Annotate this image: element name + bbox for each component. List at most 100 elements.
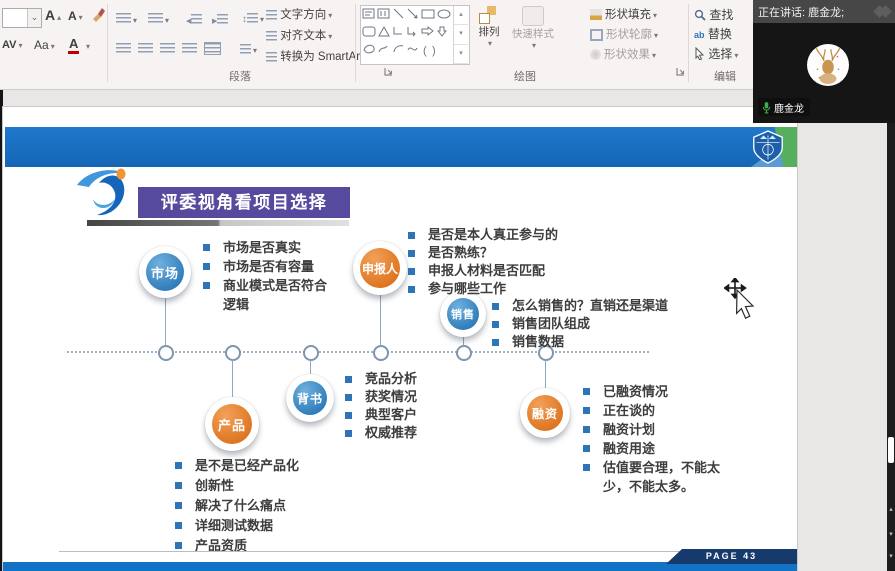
participant-name: 鹿金龙 bbox=[774, 100, 804, 115]
bullet-list-market[interactable]: 市场是否真实市场是否有容量商业模式是否符合逻辑 bbox=[201, 238, 327, 314]
svg-text:): ) bbox=[432, 45, 436, 57]
title-underline bbox=[87, 220, 349, 226]
diagram-node-market[interactable]: 市场 bbox=[139, 246, 191, 298]
shape-outline-icon bbox=[590, 29, 603, 41]
numbering-button[interactable]: ▾ bbox=[148, 10, 169, 28]
paragraph-dialog-launcher[interactable] bbox=[384, 66, 394, 76]
find-button[interactable]: 查找 bbox=[694, 6, 733, 23]
increase-indent-button[interactable]: ▶ bbox=[210, 10, 228, 28]
university-shield-logo bbox=[752, 129, 784, 165]
connector-line bbox=[380, 295, 381, 346]
select-button[interactable]: 选择▾ bbox=[694, 45, 738, 62]
company-swoosh-logo[interactable] bbox=[69, 165, 135, 223]
align-right-button[interactable] bbox=[160, 40, 175, 58]
font-size-dropdown-icon[interactable]: ⌄ bbox=[27, 9, 41, 27]
search-icon bbox=[694, 9, 706, 21]
convert-smartart-button[interactable]: 转换为 SmartArt▾ bbox=[266, 48, 369, 64]
align-right-icon bbox=[160, 43, 175, 54]
line-spacing-icon bbox=[247, 13, 258, 23]
bullet-list-financing[interactable]: 已融资情况正在谈的融资计划融资用途估值要合理，不能太少，不能太多。 bbox=[581, 382, 723, 496]
node-label: 市场 bbox=[146, 253, 184, 291]
slide-header-band[interactable] bbox=[5, 127, 797, 167]
clear-formatting-icon[interactable] bbox=[90, 6, 106, 22]
svg-text:(: ( bbox=[423, 45, 427, 57]
shape-fill-icon bbox=[590, 9, 602, 20]
scrollbar-thumb[interactable] bbox=[888, 437, 894, 463]
justify-button[interactable] bbox=[182, 40, 197, 58]
editing-group-label: 编辑 bbox=[700, 68, 750, 84]
side-panel-edge bbox=[887, 123, 895, 571]
distribute-button[interactable] bbox=[204, 40, 221, 58]
bullet-list-sales[interactable]: 怎么销售的？直销还是渠道销售团队组成销售数据 bbox=[490, 297, 680, 351]
slide-title[interactable]: 评委视角看项目选择 bbox=[138, 187, 350, 218]
align-center-button[interactable] bbox=[138, 40, 153, 58]
bullet-item: 典型客户 bbox=[343, 406, 483, 424]
font-color-button[interactable]: A bbox=[68, 36, 79, 54]
bullet-item: 销售数据 bbox=[490, 333, 680, 351]
bullet-list-endorsement[interactable]: 竞品分析获奖情况典型客户权威推荐 bbox=[343, 370, 483, 442]
shapes-scroll-up-icon[interactable]: ▴ bbox=[454, 6, 468, 25]
change-case-button[interactable]: Aa▾ bbox=[34, 38, 55, 52]
drawing-dialog-launcher[interactable] bbox=[676, 66, 686, 76]
nav-prev-slide-icon[interactable]: ▴ bbox=[887, 505, 895, 513]
font-color-dropdown-icon[interactable]: ▾ bbox=[86, 42, 90, 51]
shapes-scroll-down-icon[interactable]: ▾ bbox=[454, 25, 468, 44]
bullet-item: 市场是否有容量 bbox=[201, 257, 327, 276]
font-size-combo[interactable]: ⌄ bbox=[2, 8, 42, 28]
bullets-button[interactable]: ▾ bbox=[116, 10, 137, 28]
bullet-item: 获奖情况 bbox=[343, 388, 483, 406]
timeline-dot bbox=[158, 345, 174, 361]
participant-avatar bbox=[807, 44, 849, 86]
diagram-node-endorsement[interactable]: 背书 bbox=[286, 374, 334, 422]
node-label: 产品 bbox=[212, 404, 252, 444]
decrease-indent-icon bbox=[191, 14, 202, 24]
node-label: 申报人 bbox=[360, 248, 400, 288]
bullet-item: 是否熟练？ bbox=[406, 244, 586, 262]
nav-next-slide-icon[interactable]: ▾ bbox=[887, 530, 895, 538]
bullet-item: 估值要合理，不能太少，不能太多。 bbox=[581, 458, 723, 496]
nav-more-icon[interactable]: ▾ bbox=[887, 552, 895, 560]
slide-canvas[interactable]: 评委视角看项目选择 市场 申报人 销售 背书 产品 融资 市场是否真实市场是否有… bbox=[3, 107, 797, 571]
distribute-icon bbox=[204, 42, 221, 55]
align-center-icon bbox=[138, 43, 153, 54]
connector-line bbox=[310, 359, 311, 375]
timeline-dot bbox=[225, 345, 241, 361]
align-left-icon bbox=[116, 43, 131, 54]
shapes-gallery[interactable]: ( ) ▴ ▾ ▾ bbox=[360, 5, 470, 65]
arrange-button[interactable]: 排列 ▾ bbox=[473, 6, 505, 48]
timeline-dot bbox=[303, 345, 319, 361]
diagram-node-product[interactable]: 产品 bbox=[205, 397, 259, 451]
align-text-button[interactable]: 对齐文本▾ bbox=[266, 27, 332, 43]
group-divider bbox=[688, 4, 689, 82]
text-direction-button[interactable]: 文字方向▾ bbox=[266, 6, 332, 22]
columns-button[interactable]: ▾ bbox=[240, 40, 257, 58]
shape-outline-button[interactable]: 形状轮廓▾ bbox=[590, 26, 658, 42]
align-text-icon bbox=[266, 31, 277, 41]
bullet-item: 是不是已经产品化 bbox=[173, 456, 333, 476]
meeting-status-bar: 正在讲话: 鹿金龙; bbox=[753, 0, 895, 23]
decrease-indent-button[interactable]: ◀ bbox=[184, 10, 202, 28]
character-spacing-button[interactable]: AV▾ bbox=[2, 39, 22, 51]
shape-effects-button[interactable]: 形状效果▾ bbox=[590, 46, 656, 62]
bullet-item: 参与哪些工作 bbox=[406, 280, 586, 298]
replace-button[interactable]: ab 替换 bbox=[694, 25, 732, 42]
slide-footer-line bbox=[59, 551, 727, 552]
quick-styles-icon bbox=[522, 6, 544, 26]
bullet-list-product[interactable]: 是不是已经产品化创新性解决了什么痛点详细测试数据产品资质 bbox=[173, 456, 333, 556]
align-left-button[interactable] bbox=[116, 40, 131, 58]
participant-name-tag: 鹿金龙 bbox=[758, 98, 810, 116]
diagram-node-applicant[interactable]: 申报人 bbox=[353, 241, 407, 295]
paragraph-group-label: 段落 bbox=[210, 68, 270, 84]
bullet-item: 怎么销售的？直销还是渠道 bbox=[490, 297, 680, 315]
shrink-font-button[interactable]: A▾ bbox=[68, 9, 83, 23]
bullet-item: 申报人材料是否匹配 bbox=[406, 262, 586, 280]
shape-fill-button[interactable]: 形状填充▾ bbox=[590, 6, 657, 22]
grow-font-button[interactable]: A▴ bbox=[45, 7, 61, 23]
shapes-more-icon[interactable]: ▾ bbox=[454, 45, 468, 64]
quick-styles-button[interactable]: 快速样式 ▾ bbox=[508, 6, 558, 50]
timeline-dot bbox=[373, 345, 389, 361]
bullet-list-applicant[interactable]: 是否是本人真正参与的是否熟练？申报人材料是否匹配参与哪些工作 bbox=[406, 226, 586, 298]
line-spacing-button[interactable]: ↕▾ bbox=[240, 9, 264, 27]
font-size-value bbox=[3, 9, 27, 27]
diagram-node-financing[interactable]: 融资 bbox=[520, 388, 570, 438]
